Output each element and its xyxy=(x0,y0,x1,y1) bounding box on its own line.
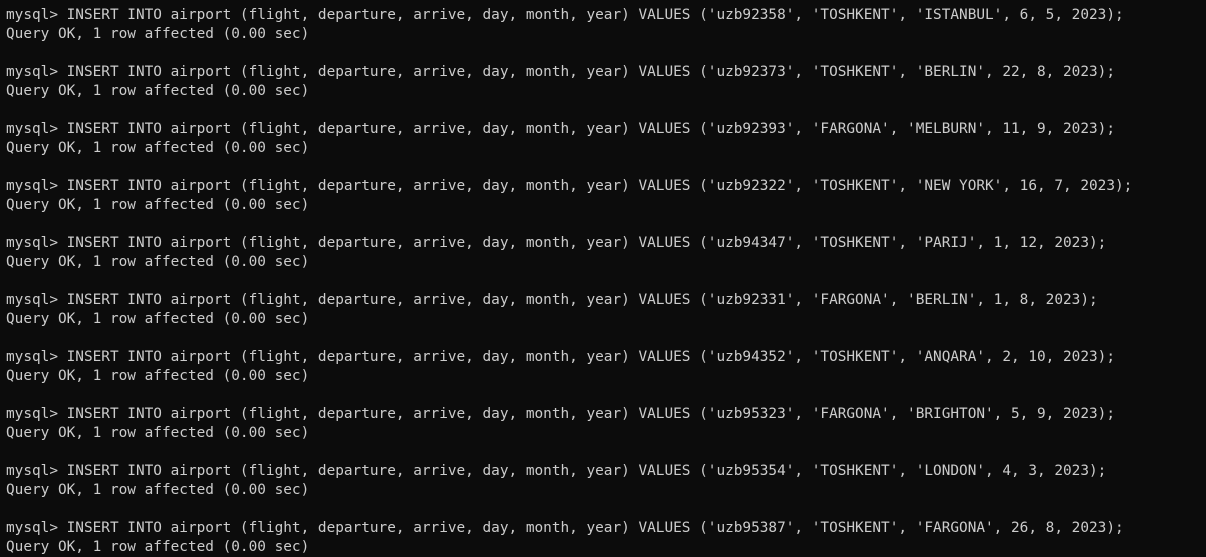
terminal-entry: mysql> INSERT INTO airport (flight, depa… xyxy=(6,120,1115,158)
query-result: Query OK, 1 row affected (0.00 sec) xyxy=(6,482,310,498)
query-result: Query OK, 1 row affected (0.00 sec) xyxy=(6,539,310,555)
query-result: Query OK, 1 row affected (0.00 sec) xyxy=(6,197,310,213)
terminal-entry: mysql> INSERT INTO airport (flight, depa… xyxy=(6,405,1115,443)
query-result: Query OK, 1 row affected (0.00 sec) xyxy=(6,26,310,42)
terminal-window[interactable]: mysql> INSERT INTO airport (flight, depa… xyxy=(0,0,1206,557)
terminal-entry: mysql> INSERT INTO airport (flight, depa… xyxy=(6,234,1106,272)
terminal-entry: mysql> INSERT INTO airport (flight, depa… xyxy=(6,519,1124,557)
command-line: mysql> INSERT INTO airport (flight, depa… xyxy=(6,292,1098,308)
command-line: mysql> INSERT INTO airport (flight, depa… xyxy=(6,235,1107,251)
command-line: mysql> INSERT INTO airport (flight, depa… xyxy=(6,121,1115,137)
terminal-entry: mysql> INSERT INTO airport (flight, depa… xyxy=(6,6,1124,44)
query-result: Query OK, 1 row affected (0.00 sec) xyxy=(6,311,310,327)
command-line: mysql> INSERT INTO airport (flight, depa… xyxy=(6,406,1115,422)
query-result: Query OK, 1 row affected (0.00 sec) xyxy=(6,254,310,270)
terminal-entry: mysql> INSERT INTO airport (flight, depa… xyxy=(6,177,1132,215)
command-line: mysql> INSERT INTO airport (flight, depa… xyxy=(6,349,1115,365)
command-line: mysql> INSERT INTO airport (flight, depa… xyxy=(6,178,1133,194)
terminal-entry: mysql> INSERT INTO airport (flight, depa… xyxy=(6,63,1115,101)
terminal-entry: mysql> INSERT INTO airport (flight, depa… xyxy=(6,291,1098,329)
command-line: mysql> INSERT INTO airport (flight, depa… xyxy=(6,520,1124,536)
query-result: Query OK, 1 row affected (0.00 sec) xyxy=(6,425,310,441)
command-line: mysql> INSERT INTO airport (flight, depa… xyxy=(6,7,1124,23)
query-result: Query OK, 1 row affected (0.00 sec) xyxy=(6,140,310,156)
command-line: mysql> INSERT INTO airport (flight, depa… xyxy=(6,463,1107,479)
query-result: Query OK, 1 row affected (0.00 sec) xyxy=(6,83,310,99)
terminal-entry: mysql> INSERT INTO airport (flight, depa… xyxy=(6,348,1115,386)
command-line: mysql> INSERT INTO airport (flight, depa… xyxy=(6,64,1115,80)
terminal-entry: mysql> INSERT INTO airport (flight, depa… xyxy=(6,462,1106,500)
query-result: Query OK, 1 row affected (0.00 sec) xyxy=(6,368,310,384)
